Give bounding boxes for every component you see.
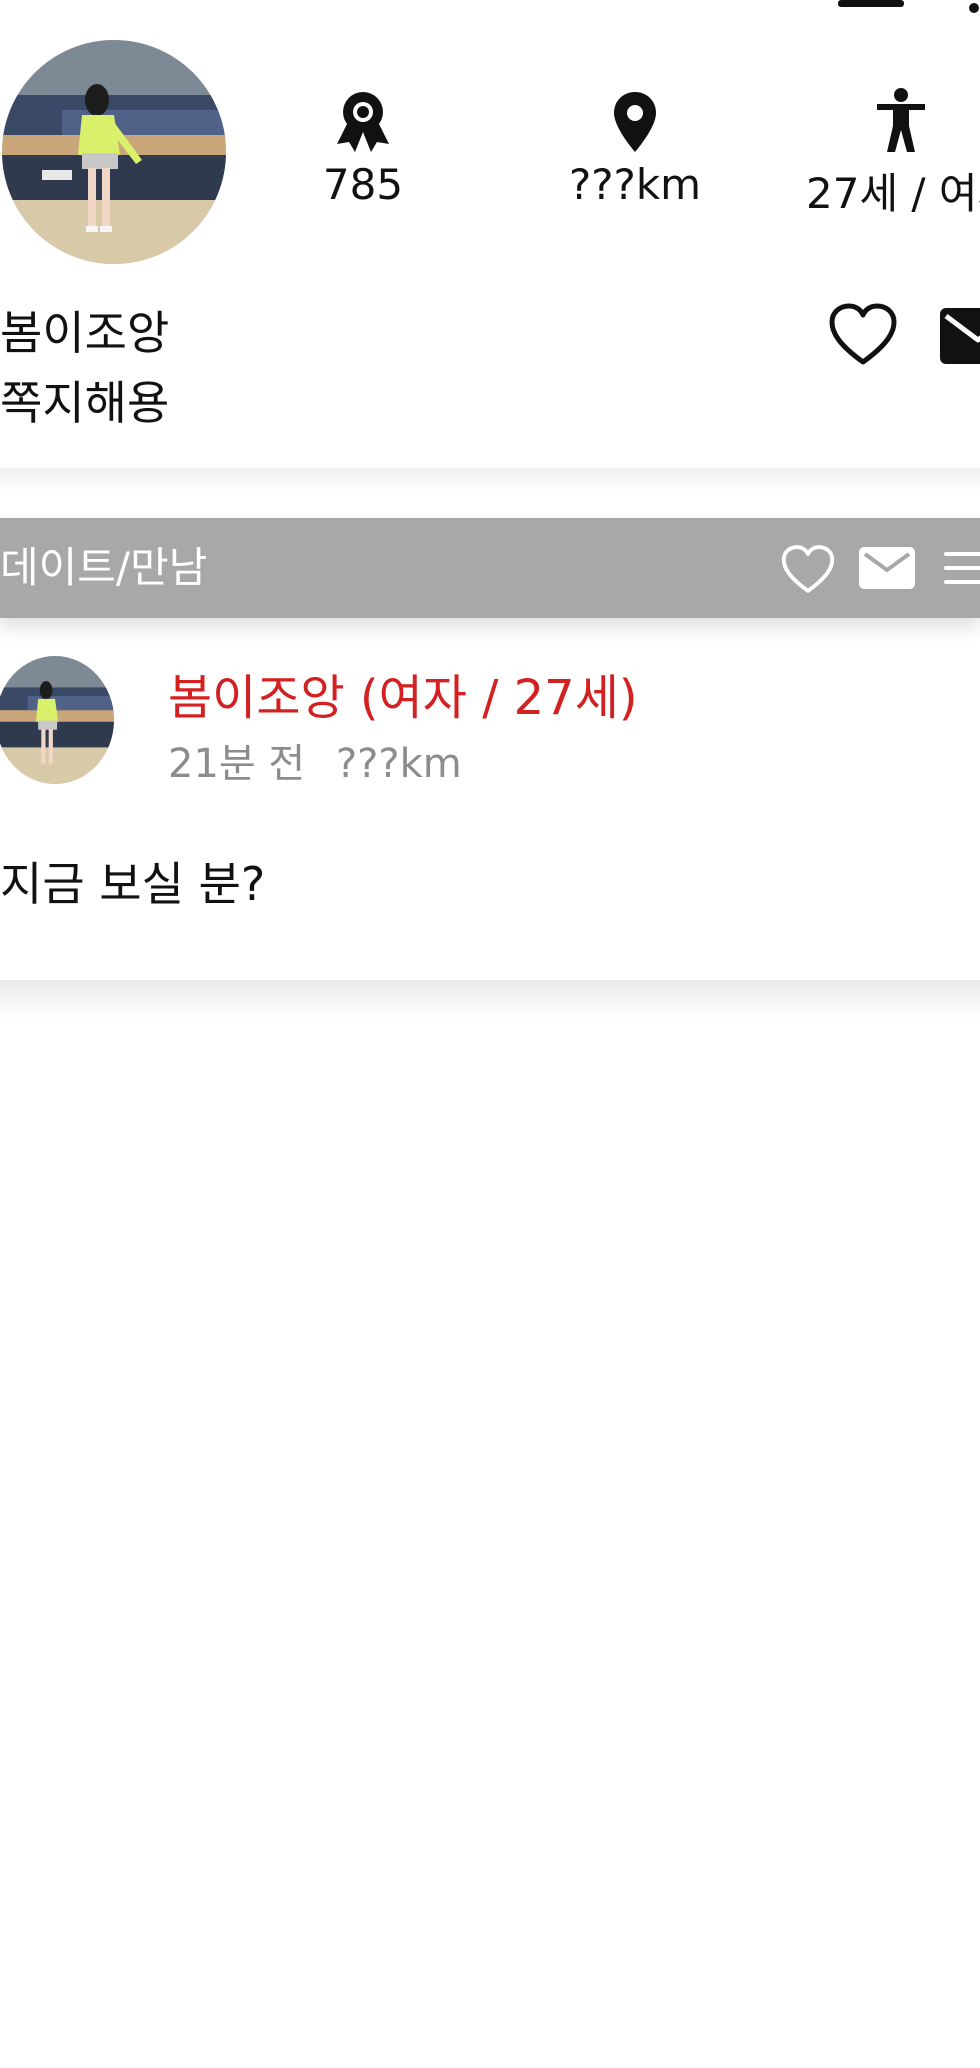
location-pin-icon	[515, 88, 755, 152]
mail-icon[interactable]	[858, 546, 916, 590]
profile-name-line1: 봄이조앙	[0, 306, 170, 360]
mail-icon[interactable]	[938, 306, 980, 366]
post-divider	[0, 980, 980, 1020]
post-body[interactable]: 지금 보실 분?	[0, 854, 265, 914]
post-meta: 21분 전 ???km	[168, 738, 462, 790]
badge-icon	[243, 88, 483, 152]
category-bar: 데이트/만남	[0, 518, 980, 618]
distance-value: ???km	[568, 160, 702, 209]
section-divider	[0, 468, 980, 492]
profile-photo	[0, 656, 114, 784]
profile-screen: 785 ???km 27세 / 여자 봄이조앙 쪽지해용	[0, 0, 980, 2068]
heart-icon[interactable]	[828, 302, 898, 366]
stat-points: 785	[243, 88, 483, 209]
post-distance: ???km	[335, 741, 462, 787]
more-vertical-icon[interactable]	[966, 0, 980, 22]
profile-avatar[interactable]	[2, 40, 226, 264]
post-author[interactable]: 봄이조앙 (여자 / 27세)	[168, 666, 638, 730]
profile-name-line2: 쪽지해용	[0, 376, 170, 430]
menu-icon[interactable]	[940, 548, 980, 588]
stat-age-gender: 27세 / 여자	[790, 88, 980, 221]
post-author-avatar[interactable]	[0, 656, 114, 784]
points-value: 785	[322, 160, 404, 209]
post-time: 21분 전	[168, 741, 306, 787]
profile-photo	[2, 40, 226, 264]
age-gender-value: 27세 / 여자	[806, 169, 980, 218]
person-icon	[790, 88, 980, 152]
profile-name: 봄이조앙 쪽지해용	[0, 298, 169, 438]
category-label: 데이트/만남	[0, 543, 208, 592]
stat-distance: ???km	[515, 88, 755, 209]
menu-icon[interactable]	[838, 0, 904, 22]
heart-icon[interactable]	[780, 544, 836, 594]
